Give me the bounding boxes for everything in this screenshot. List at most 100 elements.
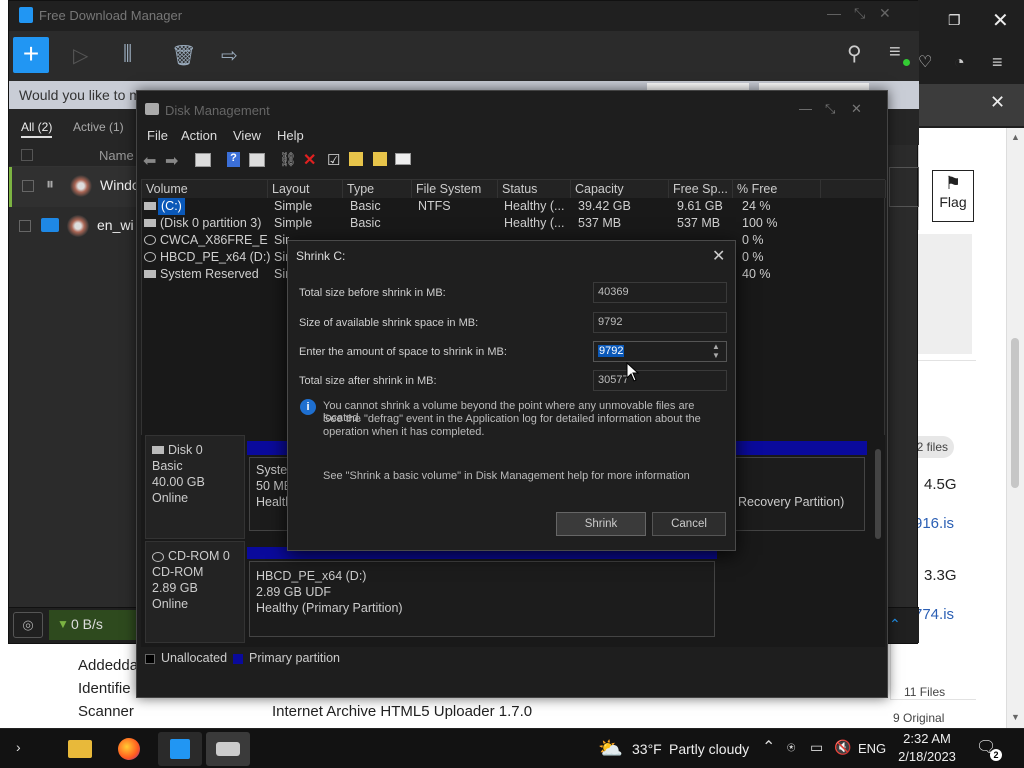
graph-scrollbar[interactable]	[875, 449, 881, 539]
menu-view[interactable]: View	[233, 128, 261, 143]
scroll-down-icon[interactable]: ▼	[1011, 712, 1020, 722]
minimize-icon[interactable]: —	[799, 101, 812, 116]
column-header[interactable]: Type	[343, 180, 412, 198]
weather-temp[interactable]: 33°F	[632, 741, 662, 757]
refresh-icon[interactable]	[395, 153, 411, 165]
column-header[interactable]: Layout	[268, 180, 343, 198]
pocket-icon[interactable]: ♡	[918, 52, 932, 72]
restore-icon[interactable]: ❐	[948, 12, 961, 29]
file-explorer-button[interactable]	[58, 732, 102, 766]
network-icon[interactable]: ▭	[810, 739, 823, 756]
shrink-amount-input[interactable]: 9792 ▲ ▼	[593, 341, 727, 362]
volume-pct: 0 %	[742, 233, 764, 247]
language-indicator[interactable]: ENG	[858, 741, 886, 756]
row-checkbox[interactable]	[19, 220, 31, 232]
menu-action[interactable]: Action	[181, 128, 217, 143]
maximize-icon[interactable]: ⤡	[825, 101, 835, 117]
firefox-button[interactable]	[108, 732, 152, 766]
play-icon[interactable]: ▷	[73, 43, 88, 68]
clock-time[interactable]: 2:32 AM	[900, 731, 954, 746]
search-icon[interactable]: ⚲	[847, 41, 862, 66]
volume-muted-icon[interactable]: 🔇	[834, 739, 851, 756]
download-row[interactable]: ⏸ Windo	[9, 167, 140, 207]
original-count: 9 Original	[893, 711, 945, 725]
column-name[interactable]: Name	[99, 148, 134, 163]
fdm-menu-icon[interactable]: ≡	[889, 41, 901, 64]
disk-management-icon	[145, 103, 159, 115]
connect-icon[interactable]: ⛓	[279, 151, 297, 168]
delete-icon[interactable]: ✕	[303, 150, 316, 170]
clock-date[interactable]: 2/18/2023	[896, 749, 958, 764]
volume-row[interactable]: (C:) Simple Basic NTFS Healthy (... 39.4…	[142, 198, 886, 215]
cdrom0-info[interactable]: CD-ROM 0 CD-ROM 2.89 GB Online	[145, 541, 245, 643]
row-checkbox[interactable]	[22, 180, 34, 192]
fdm-taskbar-button[interactable]	[158, 732, 202, 766]
column-header[interactable]: % Free	[733, 180, 821, 198]
download-name: Windo	[100, 177, 140, 193]
properties-icon[interactable]	[249, 153, 265, 167]
scroll-up-icon[interactable]: ▲	[1011, 132, 1020, 142]
snail-icon[interactable]: ◎	[13, 612, 43, 638]
close-icon[interactable]: ✕	[712, 246, 725, 266]
pause-icon[interactable]: ⏸	[46, 176, 54, 194]
maximize-icon[interactable]: ⤡	[854, 5, 865, 22]
expand-up-icon[interactable]: ⌃	[889, 616, 901, 633]
download-row[interactable]: en_wi	[9, 207, 139, 247]
volume-type: Basic	[350, 199, 381, 213]
help-icon[interactable]: ?	[227, 152, 240, 167]
select-all-checkbox[interactable]	[21, 149, 33, 161]
close-icon[interactable]: ✕	[992, 8, 1009, 33]
chevron-right-icon[interactable]: ›	[16, 739, 21, 755]
delete-icon[interactable]: 🗑	[171, 43, 196, 68]
minimize-icon[interactable]: —	[827, 5, 841, 21]
console-icon[interactable]	[195, 153, 211, 167]
spin-icon[interactable]: ▲ ▼	[712, 342, 720, 360]
dm-legend: Unallocated Primary partition	[141, 649, 885, 671]
legend-swatch	[233, 654, 243, 664]
scrollbar[interactable]: ▲ ▼	[1006, 128, 1024, 728]
back-icon[interactable]: ⬅	[143, 151, 156, 171]
close-icon[interactable]: ✕	[851, 101, 862, 117]
fdm-logo-icon	[19, 7, 33, 23]
column-header[interactable]: Capacity	[571, 180, 669, 198]
weather-icon[interactable]: ⛅	[598, 736, 623, 761]
drive-icon	[144, 202, 156, 210]
tab-active[interactable]: Active (1)	[73, 120, 124, 134]
add-download-button[interactable]: +	[13, 37, 49, 73]
tab-all[interactable]: All (2)	[21, 120, 53, 138]
device-icon[interactable]: ⍟	[787, 739, 795, 756]
help-link[interactable]: See "Shrink a basic volume" in Disk Mana…	[323, 470, 690, 482]
menu-file[interactable]: File	[147, 128, 168, 143]
fdm-title: Free Download Manager	[39, 8, 183, 23]
cd-drive-icon	[144, 252, 156, 262]
pause-all-icon[interactable]: ⫼	[123, 43, 132, 66]
cancel-button[interactable]: Cancel	[652, 512, 726, 536]
volume-row[interactable]: (Disk 0 partition 3) Simple Basic Health…	[142, 215, 886, 232]
cdrom0-partition[interactable]: HBCD_PE_x64 (D:) 2.89 GB UDF Healthy (Pr…	[249, 561, 715, 637]
notification-close-icon[interactable]: ✕	[990, 92, 1005, 113]
menu-icon[interactable]: ≡	[992, 52, 1003, 73]
weather-desc[interactable]: Partly cloudy	[669, 741, 749, 757]
menu-help[interactable]: Help	[277, 128, 304, 143]
notice-text: Would you like to ma	[19, 87, 149, 103]
close-icon[interactable]: ✕	[879, 5, 891, 22]
column-header[interactable]: File System	[412, 180, 498, 198]
legend-label: Unallocated	[161, 651, 228, 665]
column-header[interactable]: Free Sp...	[669, 180, 733, 198]
column-header	[821, 180, 886, 198]
column-header[interactable]: Volume	[142, 180, 268, 198]
forward-icon[interactable]: ➡	[165, 151, 178, 171]
folder-search-icon[interactable]	[373, 152, 387, 166]
extension-icon[interactable]: ◔	[954, 52, 965, 73]
show-hidden-icons-icon[interactable]: ⌃	[762, 737, 775, 757]
folder-up-icon[interactable]	[349, 152, 363, 166]
disk0-info[interactable]: Disk 0 Basic 40.00 GB Online	[145, 435, 245, 539]
check-icon[interactable]: ☑	[327, 151, 340, 169]
column-header[interactable]: Status	[498, 180, 571, 198]
recovery-partition-label: Recovery Partition)	[738, 495, 845, 509]
disk-management-taskbar-button[interactable]	[206, 732, 250, 766]
scrollbar-thumb[interactable]	[1011, 338, 1019, 488]
shrink-button[interactable]: Shrink	[556, 512, 646, 536]
move-folder-icon[interactable]: ⇨	[221, 43, 238, 68]
cd-drive-icon	[144, 235, 156, 245]
